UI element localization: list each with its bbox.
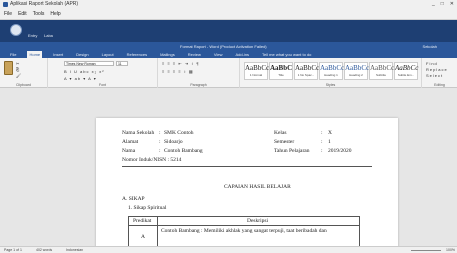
window-title: Aplikasi Raport Sekolah (APR) (10, 1, 79, 7)
tahun-label: Tahun Pelajaran (274, 148, 310, 154)
kelas-label: Kelas (274, 130, 287, 136)
clipboard-label: Clipboard (16, 83, 31, 87)
page-count[interactable]: Page 1 of 1 (4, 248, 22, 252)
status-bar: Page 1 of 1 402 words Indonesian 100% (0, 246, 457, 253)
format-painter-icon[interactable]: 🖌 (16, 73, 22, 78)
paragraph-group: ≡ ≡ ≡ ⇤ ⇥ ↕ ¶ ≡ ≡ ≡ ≡ ↕ ▦ Paragraph (158, 58, 240, 88)
app-icon (3, 1, 8, 7)
font-size-select[interactable]: 11 (116, 61, 128, 66)
tab-view[interactable]: View (212, 51, 225, 58)
row1-deskripsi: Contoh Bambang : Memiliki akhlak yang sa… (161, 228, 327, 234)
font-label: Font (98, 83, 106, 87)
font-color-buttons[interactable]: A ▾ ab ▾ A ▾ (64, 76, 97, 81)
font-format-buttons[interactable]: B I U abc x₂ x² (64, 69, 105, 74)
replace-button[interactable]: Replace (426, 67, 448, 72)
col-deskripsi: Deskripsi (247, 218, 269, 224)
clipboard-group: ✂ ⎘ 🖌 Clipboard (0, 58, 48, 88)
header-divider (122, 166, 372, 167)
style-heading1[interactable]: AaBbCc Heading 1 (319, 62, 344, 80)
sep: : (159, 148, 161, 154)
tab-home[interactable]: Home (27, 51, 43, 58)
tab-mailings[interactable]: Mailings (158, 51, 177, 58)
copy-icon[interactable]: ⎘ (16, 67, 20, 72)
window-titlebar: Aplikasi Raport Sekolah (APR) _ □ ✕ (0, 0, 457, 8)
tab-design[interactable]: Design (74, 51, 90, 58)
nama-label: Nama (122, 148, 136, 154)
nama-sekolah-label: Nama Sekolah (122, 130, 155, 136)
select-button[interactable]: Select (426, 73, 443, 78)
document-title: Format Raport - Word (Product Activation… (180, 43, 267, 49)
sep: : (321, 139, 323, 145)
task-entry[interactable]: Entry (28, 33, 37, 38)
editing-label: Editing (434, 83, 445, 87)
paragraph-label: Paragraph (190, 83, 207, 87)
nomor-induk: Nomor Induk/NISN : 5214 (122, 157, 182, 163)
minimize-button[interactable]: _ (432, 1, 435, 7)
document-workspace[interactable]: Nama Sekolah : SMK Contoh Kelas : X Alam… (0, 88, 457, 253)
user-name[interactable]: Sekolah (423, 44, 437, 49)
section-heading: CAPAIAN HASIL BELAJAR (224, 184, 291, 190)
word-titlebar: Format Raport - Word (Product Activation… (0, 42, 457, 50)
tab-file[interactable]: File (8, 51, 18, 58)
align-buttons[interactable]: ≡ ≡ ≡ ≡ ↕ ▦ (162, 69, 194, 74)
styles-group: AaBbCcI 1 Normal AaBbC Title AaBbCcI 1 No S… (240, 58, 422, 88)
sep: : (321, 148, 323, 154)
task-toolbar: Entry Laba (0, 20, 457, 42)
menu-edit[interactable]: Edit (18, 11, 27, 17)
kelas-value: X (328, 130, 332, 136)
semester-label: Semester (274, 139, 295, 145)
editing-group: Find Replace Select Editing (422, 58, 457, 88)
menu-file[interactable]: File (4, 11, 12, 17)
nama-value: Contoh Bambang (164, 148, 203, 154)
tab-review[interactable]: Review (186, 51, 203, 58)
sep: : (159, 139, 161, 145)
style-no-spacing[interactable]: AaBbCcI 1 No Spac... (294, 62, 321, 80)
font-name-select[interactable]: Times New Roman (64, 61, 114, 66)
ribbon-home: ✂ ⎘ 🖌 Clipboard Times New Roman 11 B I U… (0, 58, 457, 88)
styles-label: Styles (325, 83, 336, 87)
style-subtitle[interactable]: AaBbCc Subtitle (369, 62, 394, 80)
sep: : (321, 130, 323, 136)
zoom-slider[interactable] (411, 250, 441, 251)
cut-icon[interactable]: ✂ (16, 61, 20, 66)
zoom-level[interactable]: 100% (446, 248, 455, 252)
list-buttons[interactable]: ≡ ≡ ≡ ⇤ ⇥ ↕ ¶ (162, 61, 200, 66)
menu-help[interactable]: Help (50, 11, 60, 17)
section-a: A. SIKAP (122, 196, 145, 202)
nama-sekolah-value: SMK Contoh (164, 130, 194, 136)
word-count[interactable]: 402 words (36, 248, 52, 252)
task-laba[interactable]: Laba (44, 33, 53, 38)
style-subtle-emphasis[interactable]: AaBbCc Subtle Em... (394, 62, 418, 80)
sep: : (159, 130, 161, 136)
paste-button[interactable] (4, 61, 13, 75)
menu-tools[interactable]: Tools (33, 11, 45, 17)
alamat-label: Alamat (122, 139, 139, 145)
menu-bar: File Edit Tools Help (0, 8, 457, 20)
tab-layout[interactable]: Layout (100, 51, 116, 58)
tell-me-search[interactable]: Tell me what you want to do (260, 51, 313, 58)
subsection-1: 1. Sikap Spiritual (128, 205, 167, 211)
style-title[interactable]: AaBbC Title (269, 62, 293, 80)
maximize-button[interactable]: □ (441, 1, 444, 7)
semester-value: 1 (328, 139, 331, 145)
tab-insert[interactable]: Insert (51, 51, 65, 58)
tab-addins[interactable]: Add-ins (233, 51, 251, 58)
style-normal[interactable]: AaBbCcI 1 Normal (244, 62, 271, 80)
table-header (129, 217, 359, 226)
col-predikat: Predikat (133, 218, 152, 224)
find-button[interactable]: Find (426, 61, 438, 66)
document-page[interactable]: Nama Sekolah : SMK Contoh Kelas : X Alam… (96, 118, 398, 253)
alamat-value: Sidoarjo (164, 139, 183, 145)
ribbon-tabs: File Home Insert Design Layout Reference… (0, 50, 457, 58)
row1-predikat: A (141, 234, 145, 240)
home-icon[interactable] (10, 24, 22, 36)
tab-references[interactable]: References (125, 51, 149, 58)
tahun-value: 2019/2020 (328, 148, 352, 154)
close-button[interactable]: ✕ (450, 1, 454, 7)
font-group: Times New Roman 11 B I U abc x₂ x² A ▾ a… (48, 58, 158, 88)
language[interactable]: Indonesian (66, 248, 83, 252)
style-heading2[interactable]: AaBbCc Heading 2 (344, 62, 369, 80)
